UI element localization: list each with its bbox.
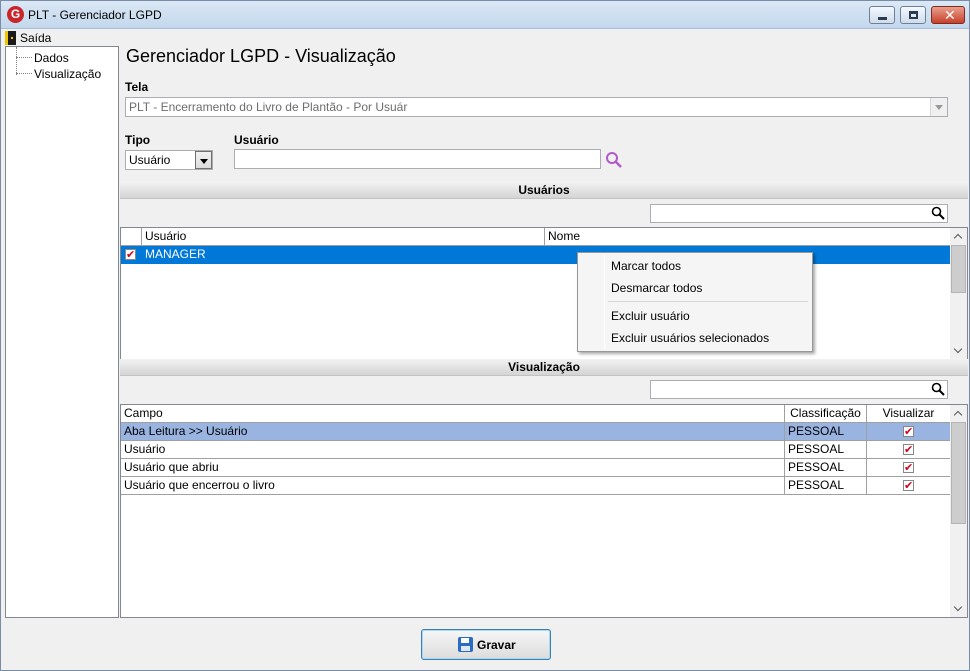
cell-classificacao: PESSOAL — [785, 459, 867, 477]
tela-select[interactable]: PLT - Encerramento do Livro de Plantão -… — [125, 97, 948, 117]
scroll-down-arrow-icon[interactable] — [950, 342, 967, 359]
visualizacao-vertical-scrollbar[interactable] — [950, 405, 967, 617]
scrollbar-thumb[interactable] — [951, 422, 966, 524]
close-icon: ✕ — [944, 7, 956, 23]
table-row[interactable]: Usuário que encerrou o livro PESSOAL — [121, 477, 951, 495]
scroll-up-arrow-icon[interactable] — [950, 228, 967, 245]
column-header-classificacao[interactable]: Classificação — [785, 405, 867, 423]
cell-classificacao: PESSOAL — [785, 441, 867, 459]
maximize-icon — [909, 11, 918, 19]
column-header-visualizar[interactable]: Visualizar — [867, 405, 951, 423]
maximize-button[interactable] — [900, 6, 926, 24]
usuarios-vertical-scrollbar[interactable] — [950, 228, 967, 359]
usuarios-grid[interactable]: Usuário Nome MANAGER — [120, 227, 968, 360]
cell-visualizar — [867, 441, 951, 459]
main-window: G PLT - Gerenciador LGPD ✕ Saída Dados V… — [0, 0, 970, 671]
tipo-label: Tipo — [125, 133, 151, 147]
row-checkbox-cell — [121, 246, 142, 264]
cell-classificacao: PESSOAL — [785, 423, 867, 441]
navigation-tree: Dados Visualização — [5, 46, 119, 618]
table-row[interactable]: Usuário que abriu PESSOAL — [121, 459, 951, 477]
exit-menu-label: Saída — [20, 30, 52, 45]
visualizacao-section-header: Visualização — [120, 359, 968, 376]
search-icon[interactable] — [931, 206, 945, 220]
minimize-button[interactable] — [869, 6, 895, 24]
usuario-input[interactable] — [234, 149, 601, 169]
cell-campo: Aba Leitura >> Usuário — [121, 423, 785, 441]
cell-visualizar — [867, 459, 951, 477]
menu-bar: Saída — [1, 29, 969, 46]
search-usuario-icon[interactable] — [605, 151, 623, 169]
chevron-down-icon — [930, 98, 947, 116]
tree-branch-line — [16, 57, 32, 58]
table-row[interactable]: MANAGER — [121, 246, 951, 264]
visualizar-checkbox[interactable] — [903, 478, 914, 495]
menu-separator — [608, 301, 808, 302]
context-menu: Marcar todos Desmarcar todos Excluir usu… — [577, 252, 813, 352]
menu-item-marcar-todos[interactable]: Marcar todos — [611, 256, 681, 276]
column-header-nome[interactable]: Nome — [545, 228, 951, 246]
table-row[interactable]: Aba Leitura >> Usuário PESSOAL — [121, 423, 951, 441]
exit-menu-item[interactable]: Saída — [5, 29, 51, 46]
visualizacao-filter-input[interactable] — [650, 380, 948, 399]
usuario-label: Usuário — [234, 133, 279, 147]
chevron-down-icon — [195, 151, 212, 169]
row-checkbox[interactable] — [125, 247, 136, 264]
cell-visualizar — [867, 423, 951, 441]
tela-select-value: PLT - Encerramento do Livro de Plantão -… — [129, 100, 408, 114]
tree-item-visualizacao[interactable]: Visualização — [6, 66, 101, 81]
cell-campo: Usuário que abriu — [121, 459, 785, 477]
visualizacao-grid[interactable]: Campo Classificação Visualizar Aba Leitu… — [120, 404, 968, 618]
floppy-disk-icon — [458, 637, 473, 652]
tree-branch-line — [16, 73, 32, 74]
context-menu-gutter — [604, 255, 605, 349]
door-exit-icon — [5, 30, 16, 45]
cell-campo: Usuário — [121, 441, 785, 459]
tipo-select-value: Usuário — [129, 153, 171, 167]
app-logo-icon: G — [7, 6, 24, 23]
menu-item-excluir-usuario[interactable]: Excluir usuário — [611, 306, 690, 326]
visualizar-checkbox[interactable] — [903, 460, 914, 477]
column-header-usuario[interactable]: Usuário — [142, 228, 545, 246]
cell-classificacao: PESSOAL — [785, 477, 867, 495]
tree-item-label: Visualização — [34, 66, 102, 81]
close-button[interactable]: ✕ — [931, 6, 965, 24]
cell-visualizar — [867, 477, 951, 495]
minimize-icon — [878, 17, 887, 20]
checkbox-column-header — [121, 228, 142, 246]
usuarios-filter-input[interactable] — [650, 204, 948, 223]
menu-item-excluir-selecionados[interactable]: Excluir usuários selecionados — [611, 328, 769, 348]
tree-item-label: Dados — [34, 50, 69, 65]
scroll-down-arrow-icon[interactable] — [950, 600, 967, 617]
visualizar-checkbox[interactable] — [903, 442, 914, 459]
save-button[interactable]: Gravar — [421, 629, 551, 660]
tipo-select[interactable]: Usuário — [125, 150, 213, 170]
window-title: PLT - Gerenciador LGPD — [28, 8, 162, 22]
cell-usuario: MANAGER — [142, 246, 545, 264]
save-button-label: Gravar — [477, 638, 516, 652]
scrollbar-thumb[interactable] — [951, 245, 966, 293]
visualizar-checkbox[interactable] — [903, 424, 914, 441]
tela-label: Tela — [125, 80, 149, 94]
column-header-campo[interactable]: Campo — [121, 405, 785, 423]
usuarios-section-header: Usuários — [120, 182, 968, 199]
scroll-up-arrow-icon[interactable] — [950, 405, 967, 422]
search-icon[interactable] — [931, 382, 945, 396]
cell-campo: Usuário que encerrou o livro — [121, 477, 785, 495]
tree-item-dados[interactable]: Dados — [6, 50, 69, 65]
menu-item-desmarcar-todos[interactable]: Desmarcar todos — [611, 278, 702, 298]
table-row[interactable]: Usuário PESSOAL — [121, 441, 951, 459]
title-bar[interactable]: G PLT - Gerenciador LGPD ✕ — [1, 1, 969, 29]
page-title: Gerenciador LGPD - Visualização — [126, 46, 396, 66]
